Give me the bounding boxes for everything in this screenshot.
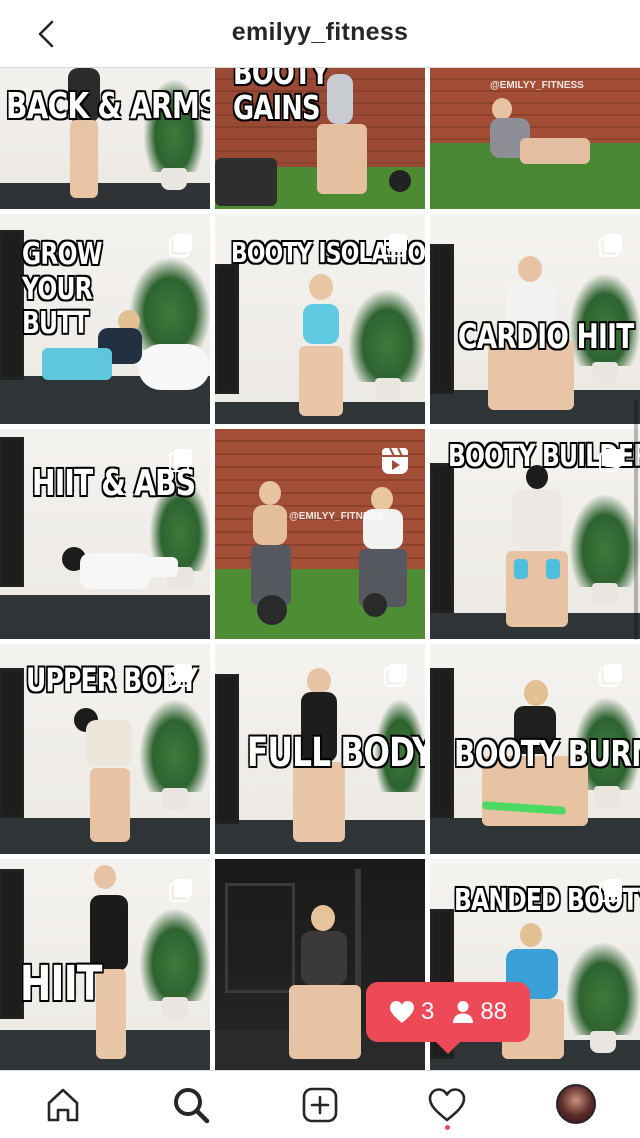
post-caption: BOOTY BURN	[454, 734, 640, 775]
carousel-icon	[168, 662, 194, 688]
carousel-icon	[598, 662, 624, 688]
activity-notification-bubble[interactable]: 3 88	[366, 982, 530, 1054]
followers-count: 88	[480, 998, 508, 1025]
scrollbar[interactable]	[634, 400, 638, 640]
post-caption: GROW YOUR BUTT	[22, 237, 103, 341]
post-caption: BACK & ARMS	[6, 86, 210, 127]
grid-post[interactable]: BOOTY GAINS	[215, 68, 425, 209]
post-caption: BOOTY GAINS	[233, 68, 329, 127]
nav-search-button[interactable]	[170, 1084, 212, 1126]
likes-count: 3	[420, 998, 435, 1025]
post-caption: FULL BODY	[247, 730, 425, 776]
grid-post[interactable]: CARDIO HIIT	[430, 214, 640, 424]
nav-profile-avatar[interactable]	[556, 1084, 596, 1124]
grid-post[interactable]: GROW YOUR BUTT	[0, 214, 210, 424]
grid-post[interactable]: BACK & ARMS	[0, 68, 210, 209]
nav-activity-button[interactable]	[426, 1084, 468, 1126]
carousel-icon	[168, 232, 194, 258]
top-header: emilyy_fitness	[0, 0, 640, 68]
grid-post[interactable]: @EMILYY_FITNESS	[430, 68, 640, 209]
carousel-icon	[168, 447, 194, 473]
carousel-icon	[383, 662, 409, 688]
nav-home-button[interactable]	[42, 1084, 84, 1126]
post-watermark: @EMILYY_FITNESS	[490, 80, 584, 91]
post-caption: HIIT	[20, 956, 102, 1012]
person-icon	[453, 1001, 474, 1023]
activity-heart-icon	[428, 1088, 466, 1122]
post-watermark: @EMILYY_FITNESS	[289, 511, 383, 522]
grid-post[interactable]: @EMILYY_FITNESS	[215, 429, 425, 639]
bottom-navigation-bar	[0, 1070, 640, 1138]
post-grid: BACK & ARMS BOOTY GAINS @EMILYY_FITNESS	[0, 68, 640, 1070]
grid-post[interactable]: UPPER BODY	[0, 644, 210, 854]
followers-count-group: 88	[452, 998, 507, 1026]
grid-post[interactable]: BOOTY BUILDER	[430, 429, 640, 639]
grid-post[interactable]: HIIT	[0, 859, 210, 1070]
grid-post[interactable]: HIIT & ABS	[0, 429, 210, 639]
add-post-icon	[302, 1087, 338, 1123]
heart-icon	[389, 1001, 414, 1023]
grid-post[interactable]: FULL BODY	[215, 644, 425, 854]
profile-username-title: emilyy_fitness	[231, 18, 409, 46]
search-icon	[174, 1088, 210, 1124]
carousel-icon	[168, 877, 194, 903]
reels-icon	[381, 447, 409, 475]
activity-indicator-dot	[445, 1125, 450, 1130]
grid-post[interactable]: BOOTY ISOLATION	[215, 214, 425, 424]
grid-post[interactable]: BOOTY BURN	[430, 644, 640, 854]
home-icon	[47, 1088, 79, 1122]
likes-count-group: 3	[389, 998, 434, 1026]
post-caption: CARDIO HIIT	[458, 317, 634, 357]
carousel-icon	[598, 232, 624, 258]
carousel-icon	[598, 447, 624, 473]
carousel-icon	[598, 877, 624, 903]
carousel-icon	[383, 232, 409, 258]
nav-create-post-button[interactable]	[299, 1084, 341, 1126]
